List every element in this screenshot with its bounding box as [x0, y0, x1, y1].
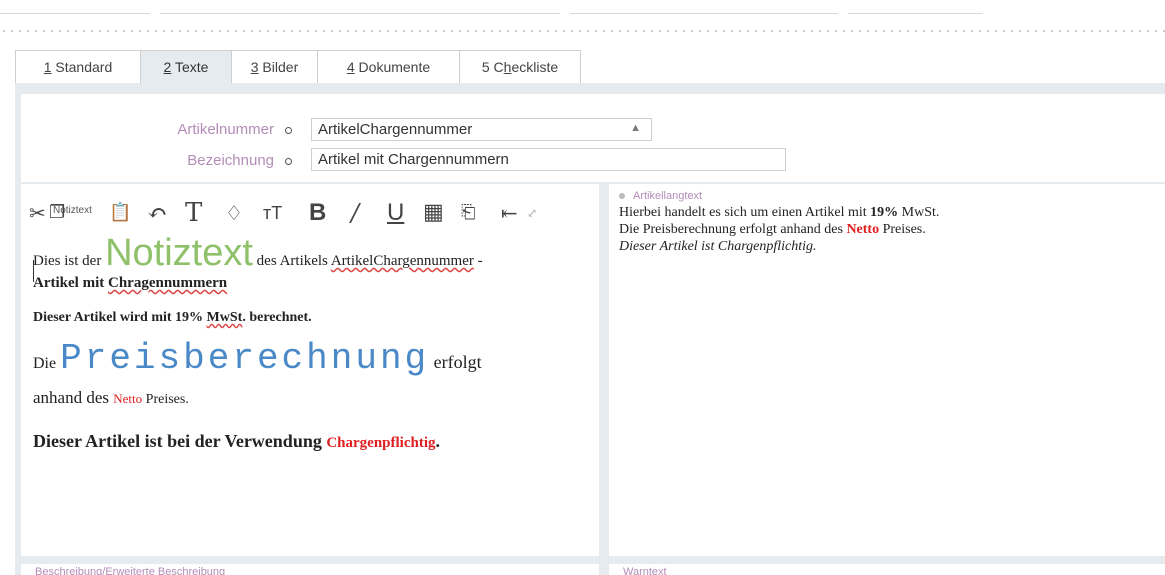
tab-number: 5 C	[481, 59, 504, 75]
text-segment: Hierbei handelt es sich um einen Artikel…	[619, 205, 871, 220]
expand-icon[interactable]: ⤢	[527, 198, 537, 228]
italic-icon[interactable]: /	[351, 198, 359, 228]
text-line: Hierbei handelt es sich um einen Artikel…	[619, 204, 939, 221]
editor-paragraph: Die Preisberechnung erfolgt anhand des N…	[33, 341, 593, 417]
warntext-panel: Warntext	[609, 564, 1165, 575]
required-marker-icon	[285, 127, 292, 134]
editor-text: -	[473, 253, 483, 269]
editor-paragraph: Dies ist der Notiztext des Artikels Arti…	[33, 234, 593, 294]
editor-text: Preises.	[142, 392, 189, 407]
editor-text-spellcheck: Chragennummern	[107, 275, 228, 291]
panel-title-text: Artikellangtext	[633, 190, 703, 202]
beschreibung-panel: Beschreibung/Erweiterte Beschreibung	[21, 564, 599, 575]
editor-text: anhand des	[33, 388, 114, 407]
editor-text: .	[435, 431, 441, 451]
artikellangtext-panel: Artikellangtext Hierbei handelt es sich …	[609, 184, 1165, 556]
editor-text-large-green: Notiztext	[105, 232, 253, 274]
tab-bar: 1 Standard 2 Texte 3 Bilder 4 Dokumente …	[15, 50, 581, 84]
panel-title-text: Beschreibung/Erweiterte Beschreibung	[35, 566, 226, 575]
editor-paragraph: Dieser Artikel ist bei der Verwendung Ch…	[33, 431, 593, 452]
article-header: Artikelnummer ArtikelChargennummer ▲ Bez…	[21, 94, 1165, 182]
tab-checkliste[interactable]: 5 Checkliste	[459, 50, 581, 83]
artikelnummer-select[interactable]: ArtikelChargennummer ▲	[311, 118, 652, 141]
editor-text: des Artikels	[252, 253, 331, 269]
undo-icon[interactable]: ↶	[147, 198, 167, 228]
bezeichnung-label: Bezeichnung	[187, 152, 274, 169]
top-divider	[160, 13, 560, 14]
text-segment: Preises.	[879, 222, 926, 237]
editor-text-large-blue: Preisberechnung	[60, 338, 430, 379]
tab-label: Bilder	[258, 59, 299, 75]
editor-content[interactable]: Dies ist der Notiztext des Artikels Arti…	[33, 234, 593, 452]
editor-text-red: Chargenpflichtig	[326, 435, 436, 451]
artikelnummer-label: Artikelnummer	[177, 121, 274, 138]
top-divider	[570, 13, 838, 14]
top-divider	[0, 13, 150, 14]
tab-bilder[interactable]: 3 Bilder	[231, 50, 318, 83]
editor-text-spellcheck: ArtikelChargennummer	[330, 253, 474, 269]
insert-icon[interactable]: ⎗	[461, 198, 475, 228]
tab-label: Dokumente	[354, 59, 431, 75]
cut-icon[interactable]: ✂	[29, 198, 46, 228]
editor-text: Dieser Artikel wird mit 19%	[33, 310, 207, 325]
font-size-icon[interactable]: тT	[263, 198, 282, 228]
tab-number: 3	[250, 59, 259, 75]
text-segment-red: Netto	[846, 222, 880, 237]
editor-text: . berechnet.	[242, 310, 312, 325]
text-segment-bold: 19%	[870, 205, 899, 220]
tab-texte[interactable]: 2 Texte	[140, 50, 232, 83]
panel-bullet-icon	[619, 193, 625, 200]
bezeichnung-input[interactable]: Artikel mit Chargennummern	[311, 148, 786, 171]
tab-label: Texte	[171, 59, 209, 75]
editor-text: erfolgt	[429, 352, 482, 372]
editor-text: Dieser Artikel ist bei der Verwendung	[33, 431, 327, 451]
outdent-icon[interactable]: ⇤	[501, 198, 518, 228]
font-icon[interactable]: T	[185, 198, 202, 228]
tab-label: heckliste	[504, 59, 558, 75]
underline-icon[interactable]: U	[387, 198, 404, 228]
text-line-italic: Dieser Artikel ist Chargenpflichtig.	[619, 239, 817, 254]
paste-icon[interactable]: 📋	[109, 198, 131, 228]
tab-label: Standard	[51, 59, 113, 75]
required-marker-icon	[285, 158, 292, 165]
tab-label-rest: eckliste	[511, 59, 559, 75]
tab-standard[interactable]: 1 Standard	[15, 50, 141, 83]
editor-paragraph: Dieser Artikel wird mit 19% MwSt. berech…	[33, 310, 593, 326]
table-icon[interactable]: ▦	[423, 198, 444, 228]
editor-text-spellcheck: MwSt	[206, 310, 243, 325]
fill-color-icon[interactable]: ♢	[225, 198, 243, 228]
dotted-separator	[0, 30, 1165, 32]
tab-dokumente[interactable]: 4 Dokumente	[317, 50, 460, 83]
editor-text: Artikel mit	[33, 275, 108, 291]
bold-icon[interactable]: B	[309, 198, 326, 228]
bezeichnung-value: Artikel mit Chargennummern	[318, 151, 509, 168]
notiztext-editor-panel: ✂ Notiztext ❐ 📋 ↶ T ♢ тT B / U ▦ ⎗ ⇤ ⤢ D…	[21, 184, 599, 556]
artikelnummer-value: ArtikelChargennummer	[318, 121, 473, 138]
tab-number: 1	[43, 59, 52, 75]
artikellangtext-content[interactable]: Hierbei handelt es sich um einen Artikel…	[619, 204, 939, 255]
panel-title: Artikellangtext	[619, 190, 702, 202]
tab-number: 4	[346, 59, 355, 75]
copy-icon[interactable]: ❐	[49, 198, 65, 228]
select-updown-icon: ▲	[630, 122, 641, 134]
text-segment: Die Preisberechnung erfolgt anhand des	[619, 222, 847, 237]
editor-text: Die	[33, 355, 61, 372]
text-line: Die Preisberechnung erfolgt anhand des N…	[619, 221, 939, 238]
text-segment: MwSt.	[898, 205, 940, 220]
top-divider	[848, 13, 983, 14]
editor-text-red: Netto	[113, 391, 143, 406]
panel-title-text: Warntext	[623, 566, 667, 575]
editor-text: Dies ist der	[33, 253, 106, 269]
